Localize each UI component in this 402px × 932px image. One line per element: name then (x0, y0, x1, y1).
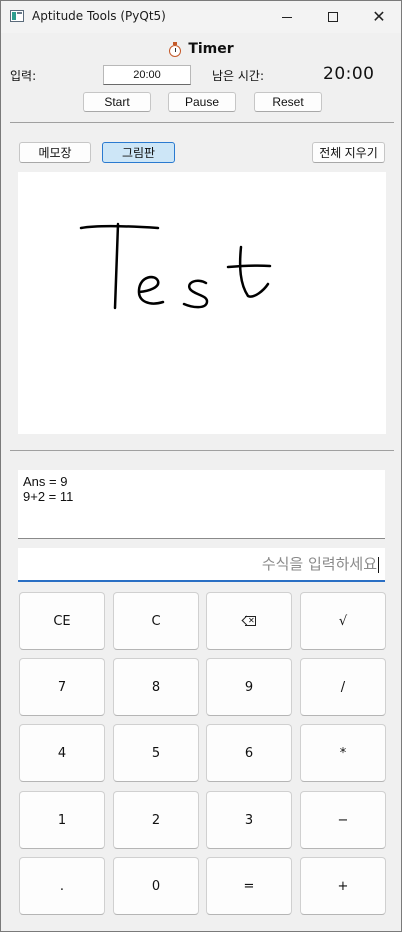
key-divide[interactable]: / (300, 658, 386, 716)
minimize-button[interactable] (264, 1, 310, 33)
key-3[interactable]: 3 (206, 791, 292, 849)
history-line: 9+2 = 11 (23, 489, 74, 504)
history-line: Ans = 9 (23, 474, 68, 489)
maximize-button[interactable] (310, 1, 356, 33)
timer-header: Timer (1, 39, 401, 59)
close-button[interactable]: ✕ (356, 1, 402, 33)
backspace-icon: ✕ (241, 615, 256, 626)
key-5[interactable]: 5 (113, 724, 199, 782)
timer-input[interactable]: 20:00 (103, 65, 191, 85)
key-sqrt[interactable]: √ (300, 592, 386, 650)
title-bar[interactable]: Aptitude Tools (PyQt5) ✕ (1, 1, 401, 33)
key-4[interactable]: 4 (19, 724, 105, 782)
expression-input[interactable]: 수식을 입력하세요 (18, 548, 385, 582)
key-0[interactable]: 0 (113, 857, 199, 915)
start-button[interactable]: Start (83, 92, 151, 112)
key-c[interactable]: C (113, 592, 199, 650)
handwriting-strokes (79, 222, 272, 310)
key-add[interactable]: + (300, 857, 386, 915)
calc-history: Ans = 9 9+2 = 11 (18, 470, 385, 539)
key-subtract[interactable]: − (300, 791, 386, 849)
key-1[interactable]: 1 (19, 791, 105, 849)
key-decimal[interactable]: . (19, 857, 105, 915)
key-6[interactable]: 6 (206, 724, 292, 782)
key-9[interactable]: 9 (206, 658, 292, 716)
window-title: Aptitude Tools (PyQt5) (32, 9, 166, 23)
key-equals[interactable]: = (206, 857, 292, 915)
reset-button[interactable]: Reset (254, 92, 322, 112)
app-window: Aptitude Tools (PyQt5) ✕ Timer 입력: 20:00… (0, 0, 402, 932)
app-icon (10, 10, 24, 22)
maximize-icon (328, 12, 338, 22)
close-icon: ✕ (372, 7, 386, 26)
remaining-time-label: 남은 시간: (212, 69, 265, 83)
key-backspace[interactable]: ✕ (206, 592, 292, 650)
key-multiply[interactable]: * (300, 724, 386, 782)
tab-drawing[interactable]: 그림판 (102, 142, 175, 163)
tab-memo[interactable]: 메모장 (19, 142, 91, 163)
key-7[interactable]: 7 (19, 658, 105, 716)
stopwatch-icon (168, 42, 182, 57)
timer-input-label: 입력: (10, 69, 37, 83)
remaining-time-value: 20:00 (323, 64, 375, 84)
text-caret (378, 556, 379, 573)
expression-placeholder: 수식을 입력하세요 (261, 555, 377, 573)
key-2[interactable]: 2 (113, 791, 199, 849)
minimize-icon (282, 16, 292, 18)
pause-button[interactable]: Pause (168, 92, 236, 112)
key-8[interactable]: 8 (113, 658, 199, 716)
key-ce[interactable]: CE (19, 592, 105, 650)
divider (10, 450, 394, 451)
timer-title: Timer (188, 41, 234, 57)
drawing-canvas[interactable] (18, 172, 386, 434)
clear-all-button[interactable]: 전체 지우기 (312, 142, 385, 163)
divider (10, 122, 394, 123)
